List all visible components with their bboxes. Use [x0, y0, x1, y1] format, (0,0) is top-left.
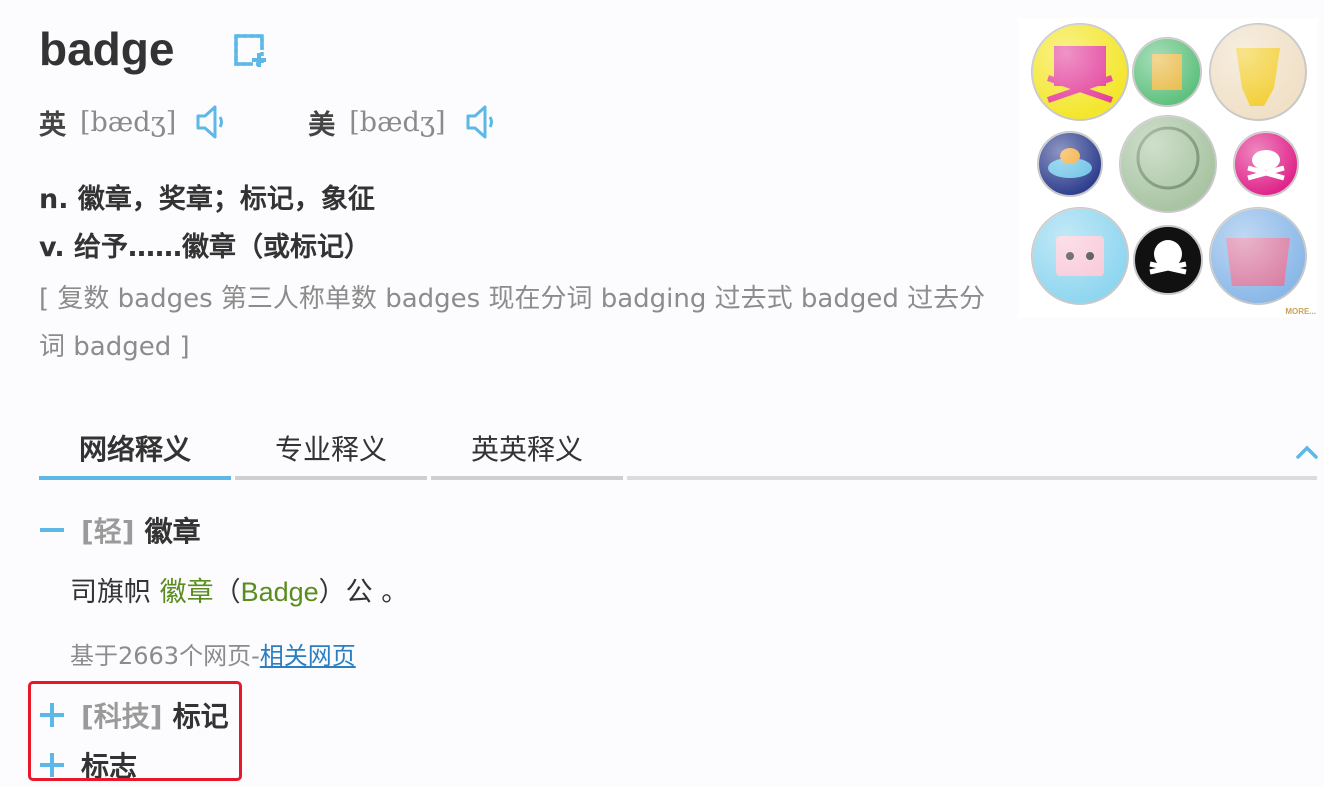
- sense-meaning: 徽章: [144, 515, 201, 548]
- tab-professional-definitions[interactable]: 专业释义: [235, 420, 427, 480]
- tab-divider: [627, 476, 1317, 480]
- us-label: 美: [308, 109, 336, 141]
- us-phonetic: [bædʒ]: [349, 106, 446, 138]
- inflections: [ 复数 badges 第三人称单数 badges 现在分词 badging 过…: [39, 284, 986, 362]
- web-sense-1[interactable]: [轻] 徽章: [39, 510, 201, 550]
- more-label[interactable]: MORE...: [1285, 307, 1316, 316]
- sense-tag: [轻]: [81, 515, 135, 548]
- uk-label: 英: [39, 109, 66, 141]
- example-english: Badge: [240, 577, 319, 607]
- pronunciation-us: 美 [bædʒ]: [308, 102, 499, 142]
- definition-noun: n. 徽章，奖章；标记，象征: [39, 184, 375, 215]
- pronunciation-row: 英 [bædʒ] 美 [bædʒ]: [39, 100, 500, 144]
- add-to-wordbook-icon[interactable]: [232, 32, 270, 70]
- tab-web-definitions[interactable]: 网络释义: [39, 420, 231, 480]
- pronunciation-uk: 英 [bædʒ]: [39, 102, 230, 142]
- badge-image[interactable]: MORE...: [1018, 18, 1318, 318]
- example-highlight: 徽章: [159, 577, 214, 608]
- definition-tabs: 网络释义 专业释义 英英释义: [39, 420, 1321, 482]
- source-text: 基于2663个网页-: [70, 642, 260, 670]
- uk-phonetic: [bædʒ]: [80, 106, 177, 138]
- speaker-uk-icon[interactable]: [194, 102, 230, 142]
- example-prefix: 司旗帜: [70, 577, 160, 608]
- headword: badge: [39, 23, 175, 75]
- source-note: 基于2663个网页-相关网页: [70, 636, 356, 671]
- related-pages-link[interactable]: 相关网页: [260, 642, 356, 670]
- speaker-us-icon[interactable]: [464, 102, 500, 142]
- minus-icon[interactable]: [39, 517, 65, 543]
- definition-verb: v. 给予……徽章（或标记）: [39, 232, 372, 263]
- example-close: ）公 。: [318, 577, 409, 608]
- annotation-highlight-box: [28, 681, 242, 781]
- example-sentence: 司旗帜 徽章（Badge）公 。: [70, 570, 408, 615]
- badge-collage-icon: [1031, 23, 1307, 305]
- example-open-paren: （: [213, 577, 241, 608]
- chevron-up-icon[interactable]: [1295, 440, 1319, 464]
- tab-english-definitions[interactable]: 英英释义: [431, 420, 623, 480]
